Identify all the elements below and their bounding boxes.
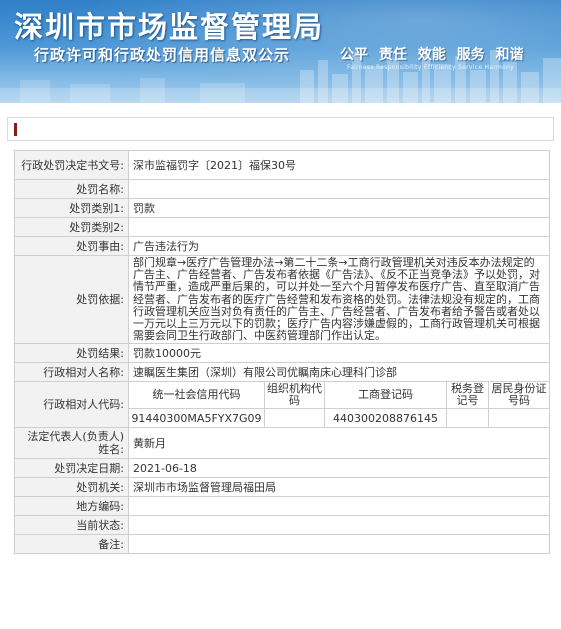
result-label: 处罚结果:: [14, 343, 129, 364]
legal-rep-value: 黄新月: [127, 427, 551, 460]
row-remarks: 备注:: [14, 534, 551, 555]
credit-code-header: 统一社会信用代码: [128, 381, 265, 410]
tax-reg-value: [446, 408, 489, 429]
reason-value: 广告违法行为: [127, 236, 551, 256]
header-banner: 深圳市市场监督管理局 行政许可和行政处罚信用信息双公示 公平 责任 效能 服务 …: [0, 0, 561, 103]
decision-no-value: 深市监福罚字〔2021〕福保30号: [127, 150, 551, 180]
basis-label: 处罚依据:: [14, 254, 129, 345]
row-result: 处罚结果: 罚款10000元: [14, 343, 551, 364]
party-name-label: 行政相对人名称:: [14, 362, 129, 383]
category2-label: 处罚类别2:: [14, 217, 129, 237]
business-reg-value: 440300208876145: [324, 408, 447, 429]
tax-reg-header: 税务登记号: [446, 381, 489, 410]
site-subtitle: 行政许可和行政处罚信用信息双公示: [34, 46, 291, 64]
site-slogan: 公平 责任 效能 服务 和谐: [340, 47, 524, 63]
party-name-value: 速瞩医生集团（深圳）有限公司优瞩南床心理科门诊部: [127, 362, 551, 383]
site-slogan-english: Fairness Responsibility Efficiency Servi…: [347, 64, 515, 71]
area-code-value: [127, 496, 551, 517]
area-code-label: 地方编码:: [14, 496, 129, 517]
category2-value: [127, 217, 551, 237]
id-card-value: [487, 408, 551, 429]
id-card-header: 居民身份证号码: [487, 381, 551, 410]
basis-value: 部门规章→医疗广告管理办法→第二十二条→工商行政管理机关对违反本办法规定的广告主…: [127, 254, 551, 345]
section-header: [7, 117, 554, 141]
category1-label: 处罚类别1:: [14, 198, 129, 218]
result-value: 罚款10000元: [127, 343, 551, 364]
reason-label: 处罚事由:: [14, 236, 129, 256]
row-reason: 处罚事由: 广告违法行为: [14, 236, 551, 256]
row-decision-date: 处罚决定日期: 2021-06-18: [14, 458, 551, 479]
decision-date-value: 2021-06-18: [127, 458, 551, 479]
penalty-detail-table: 行政处罚决定书文号: 深市监福罚字〔2021〕福保30号 处罚名称: 处罚类别1…: [14, 150, 551, 555]
row-party-code-headers: 行政相对人代码: 统一社会信用代码 组织机构代码 工商登记码 税务登记号 居民身…: [14, 381, 551, 429]
business-reg-header: 工商登记码: [324, 381, 447, 410]
row-basis: 处罚依据: 部门规章→医疗广告管理办法→第二十二条→工商行政管理机关对违反本办法…: [14, 254, 551, 345]
remarks-label: 备注:: [14, 534, 129, 555]
row-authority: 处罚机关: 深圳市市场监督管理局福田局: [14, 477, 551, 498]
row-area-code: 地方编码:: [14, 496, 551, 517]
penalty-name-value: [127, 179, 551, 199]
penalty-name-label: 处罚名称:: [14, 179, 129, 199]
decision-date-label: 处罚决定日期:: [14, 458, 129, 479]
category1-value: 罚款: [127, 198, 551, 218]
row-decision-no: 行政处罚决定书文号: 深市监福罚字〔2021〕福保30号: [14, 150, 551, 180]
row-status: 当前状态:: [14, 515, 551, 536]
credit-code-value: 91440300MA5FYX7G09: [128, 408, 265, 429]
site-title: 深圳市市场监督管理局: [14, 10, 325, 44]
legal-rep-label: 法定代表人(负责人)姓名:: [14, 427, 129, 460]
decision-no-label: 行政处罚决定书文号:: [14, 150, 129, 180]
row-category2: 处罚类别2:: [14, 217, 551, 237]
authority-label: 处罚机关:: [14, 477, 129, 498]
row-party-name: 行政相对人名称: 速瞩医生集团（深圳）有限公司优瞩南床心理科门诊部: [14, 362, 551, 383]
remarks-value: [127, 534, 551, 555]
authority-value: 深圳市市场监督管理局福田局: [127, 477, 551, 498]
row-category1: 处罚类别1: 罚款: [14, 198, 551, 218]
section-marker: [14, 123, 17, 136]
org-code-header: 组织机构代码: [264, 381, 325, 410]
status-value: [127, 515, 551, 536]
party-code-label: 行政相对人代码:: [14, 381, 129, 429]
org-code-value: [264, 408, 325, 429]
row-penalty-name: 处罚名称:: [14, 179, 551, 199]
status-label: 当前状态:: [14, 515, 129, 536]
row-legal-rep: 法定代表人(负责人)姓名: 黄新月: [14, 427, 551, 460]
